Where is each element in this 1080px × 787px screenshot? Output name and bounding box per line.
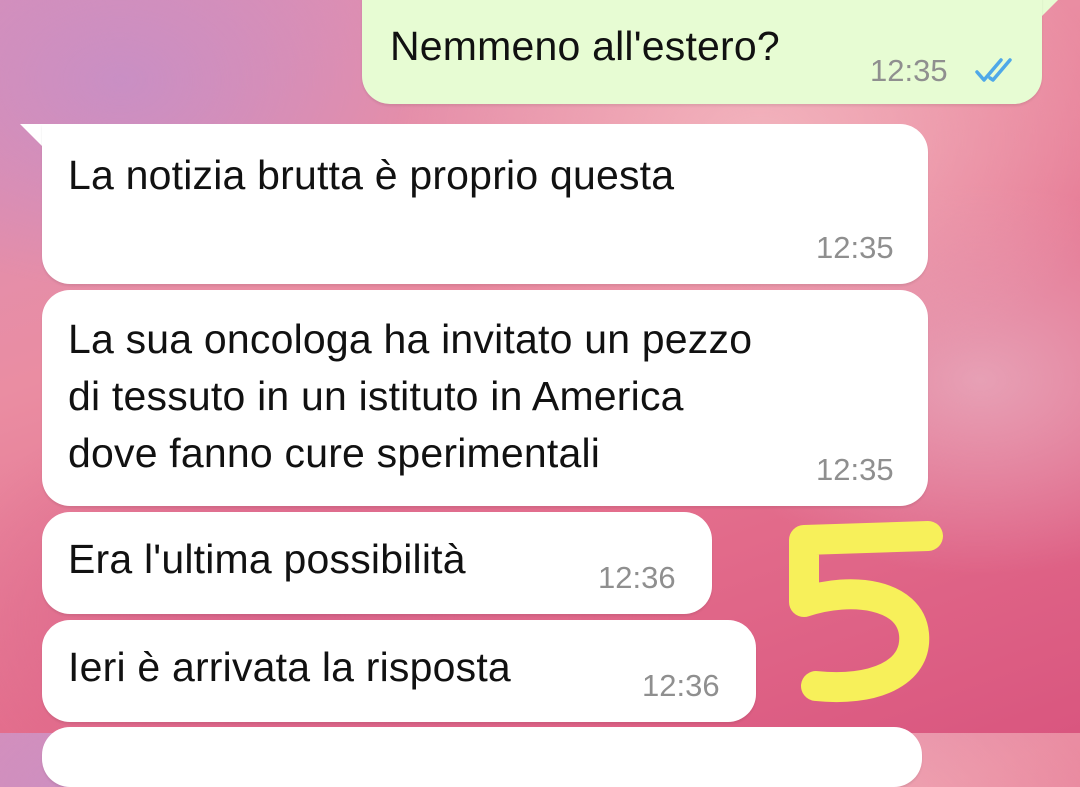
double-check-read-icon: [974, 56, 1018, 89]
message-text: La notizia brutta è proprio questa: [68, 152, 675, 198]
message-time: 12:36: [642, 668, 720, 703]
handwritten-number-annotation: [782, 516, 952, 716]
message-bubble-incoming[interactable]: La notizia brutta è proprio questa 12:35: [42, 124, 928, 284]
message-text: Nemmeno all'estero?: [390, 23, 780, 69]
message-text-line: dove fanno cure sperimentali: [68, 430, 601, 476]
message-bubble-incoming[interactable]: Era l'ultima possibilità 12:36: [42, 512, 712, 614]
message-bubble-incoming-partial[interactable]: [42, 727, 922, 787]
message-text: Era l'ultima possibilità: [68, 536, 466, 582]
message-time: 12:35: [816, 230, 894, 265]
message-bubble-outgoing[interactable]: Nemmeno all'estero? 12:35: [362, 0, 1042, 104]
message-bubble-incoming[interactable]: La sua oncologa ha invitato un pezzo di …: [42, 290, 928, 506]
message-text: Ieri è arrivata la risposta: [68, 644, 511, 690]
message-time: 12:35: [816, 452, 894, 487]
message-bubble-incoming[interactable]: Ieri è arrivata la risposta 12:36: [42, 620, 756, 722]
message-time: 12:36: [598, 560, 676, 595]
message-text-line: La sua oncologa ha invitato un pezzo: [68, 316, 753, 362]
chat-thread: Nemmeno all'estero? 12:35 La notizia bru…: [0, 0, 1080, 787]
message-text-line: di tessuto in un istituto in America: [68, 373, 684, 419]
incoming-bubble-tail: [20, 124, 44, 148]
message-time: 12:35: [870, 53, 948, 88]
